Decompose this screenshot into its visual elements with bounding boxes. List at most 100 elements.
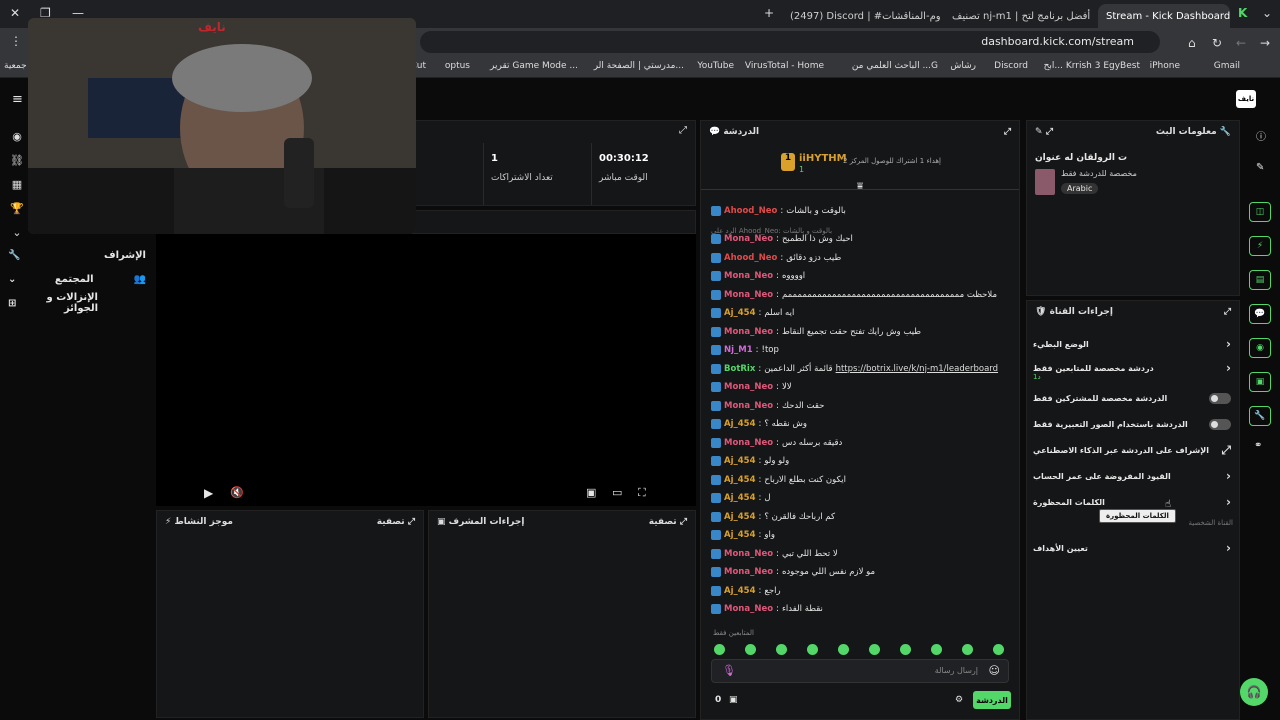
chat-input[interactable]: إرسال رسالة 🎙 ☺ [711,659,1009,683]
chat-username[interactable]: Aj_454 [724,475,756,485]
emote-icon[interactable] [776,644,787,655]
mute-icon[interactable]: 🔇 [230,486,244,499]
tab-kick-dashboard[interactable]: Stream - Kick Dashboard [1098,4,1230,28]
chevron-right-icon[interactable]: › [1226,495,1231,509]
bookmark-item[interactable]: VirusTotal - Home [745,61,824,71]
chat-username[interactable]: Mona_Neo [724,567,773,577]
rail-card-button[interactable]: ▤ [1249,270,1271,290]
theater-icon[interactable]: ▭ [612,486,622,499]
chat-username[interactable]: Ahood_Neo [724,253,777,263]
info-icon[interactable]: ⓘ [1256,128,1266,143]
play-icon[interactable]: ▶ [204,486,213,500]
chat-username[interactable]: Ahood_Neo [724,206,777,216]
fullscreen-icon[interactable]: ⛶ [638,486,646,500]
edit-icon[interactable]: ✎ [1035,127,1046,137]
channel-action-row[interactable]: الدردشة مخصصة للمشتركين فقط [1033,389,1231,407]
bookmark-item[interactable]: Discord [994,61,1028,71]
emote-icon[interactable] [807,644,818,655]
emote-icon[interactable] [931,644,942,655]
toggle-switch[interactable] [1209,418,1231,430]
popout-icon[interactable]: ⤢ [1004,127,1011,137]
tab-nj-m1[interactable]: تصنيف nj-m1 | أفضل برنامج لتح [944,4,1094,28]
bookmark-item[interactable]: جمعية [4,61,27,71]
emote-icon[interactable] [869,644,880,655]
emote-icon[interactable] [745,644,756,655]
chat-username[interactable]: Mona_Neo [724,234,773,244]
chat-username[interactable]: BotRix [724,364,755,374]
chat-username[interactable]: Aj_454 [724,493,756,503]
chevron-right-icon[interactable]: › [1226,361,1231,375]
profile-avatar[interactable]: نايف [1236,90,1256,108]
chevron-right-icon[interactable]: › [1226,541,1231,555]
close-window-icon[interactable]: ✕ [10,6,20,20]
toggle-switch[interactable] [1209,392,1231,404]
channel-action-row[interactable]: الوضع البطيء › [1033,335,1231,353]
channel-action-row[interactable]: دردشة مخصصة للمتابعين فقط › [1033,359,1231,377]
chevron-right-icon[interactable]: › [1226,469,1231,483]
new-tab-icon[interactable]: + [764,6,774,20]
link-icon[interactable]: ⛓ [10,154,24,168]
pip-icon[interactable]: ▣ [586,486,596,499]
chevron-right-icon[interactable]: › [1226,337,1231,351]
chat-username[interactable]: Mona_Neo [724,438,773,448]
channel-action-row[interactable]: الدردشة باستخدام الصور التعبيرية فقط [1033,415,1231,433]
settings-gear-icon[interactable]: ⚙ [955,695,963,705]
chat-username[interactable]: Nj_M1 [724,345,753,355]
chat-username[interactable]: Mona_Neo [724,271,773,281]
hamburger-menu-icon[interactable]: ≡ [12,92,23,107]
emote-icon[interactable] [900,644,911,655]
chat-link[interactable]: https://botrix.live/k/nj-m1/leaderboard [836,364,998,374]
sidebar-item-community[interactable]: ⌄ المجتمع 👥 [8,270,146,288]
chat-username[interactable]: Mona_Neo [724,382,773,392]
rail-clip-button[interactable]: ◫ [1249,202,1271,222]
sidebar-item-moderation[interactable]: 🔧 الإشراف [8,246,146,264]
filter-button[interactable]: تصفية [649,517,677,527]
support-headset-icon[interactable]: 🎧 [1240,678,1268,706]
tab-search-icon[interactable]: ⌄ [1262,6,1272,20]
bookmark-item[interactable]: رشاش [950,61,976,71]
chevron-down-icon[interactable]: ⌄ [10,226,24,240]
filter-button[interactable]: تصفية [377,517,405,527]
channel-action-row[interactable]: تعيين الأهداف › [1033,539,1231,557]
channel-action-row[interactable]: القيود المفروضة على عمر الحساب › [1033,467,1231,485]
mic-icon[interactable]: 🎙 [722,664,736,677]
chat-username[interactable]: Mona_Neo [724,604,773,614]
back-icon[interactable]: → [1260,36,1270,50]
bookmark-item[interactable]: YouTube [697,61,734,71]
address-bar[interactable]: dashboard.kick.com/stream [420,31,1160,53]
emote-icon[interactable] [838,644,849,655]
bookmark-item[interactable]: Gmail [1214,61,1240,71]
emote-icon[interactable] [993,644,1004,655]
send-chat-button[interactable]: الدردشة [973,691,1011,709]
bookmark-item[interactable]: مدرستي | الصفحة الر... [594,61,684,71]
rail-lightning-button[interactable]: ⚡ [1249,236,1271,256]
chat-username[interactable]: Aj_454 [724,530,756,540]
share-icon[interactable]: ⚭ [1254,440,1262,451]
bookmark-item[interactable]: ابح... Krrish 3 EgyBest [1044,61,1140,71]
chat-username[interactable]: Mona_Neo [724,290,773,300]
emote-icon[interactable] [714,644,725,655]
chat-username[interactable]: Mona_Neo [724,549,773,559]
chat-username[interactable]: Mona_Neo [724,327,773,337]
rail-screen-button[interactable]: ▣ [1249,372,1271,392]
chat-username[interactable]: Aj_454 [724,456,756,466]
popout-icon[interactable]: ⤢ [679,125,687,136]
bookmark-item[interactable]: تقرير Game Mode ... [490,61,578,71]
broadcast-icon[interactable]: ◉ [10,130,24,144]
trophy-icon[interactable]: 🏆 [10,202,24,216]
chat-username[interactable]: Aj_454 [724,308,756,318]
edit-icon[interactable]: ✎ [1256,162,1264,173]
sidebar-item-drops[interactable]: ⊞ الإنزالات و الجوائز [8,292,146,314]
video-player[interactable]: ▶ 🔇 ▣ ▭ ⛶ [156,234,696,506]
bookmark-item[interactable]: optus [445,61,470,71]
channel-action-row[interactable]: الإشراف على الدردشة عبر الذكاء الاصطناعي… [1033,441,1231,459]
forward-icon[interactable]: ← [1236,36,1246,50]
external-link-icon[interactable]: ⤢ [1221,443,1231,458]
rail-wrench-button[interactable]: 🔧 [1249,406,1271,426]
emote-icon[interactable] [962,644,973,655]
popout-icon[interactable]: ⤢ [680,517,687,527]
chat-username[interactable]: Aj_454 [724,512,756,522]
popout-icon[interactable]: ⤢ [408,517,415,527]
rail-broadcast-button[interactable]: ◉ [1249,338,1271,358]
chat-username[interactable]: Aj_454 [724,419,756,429]
